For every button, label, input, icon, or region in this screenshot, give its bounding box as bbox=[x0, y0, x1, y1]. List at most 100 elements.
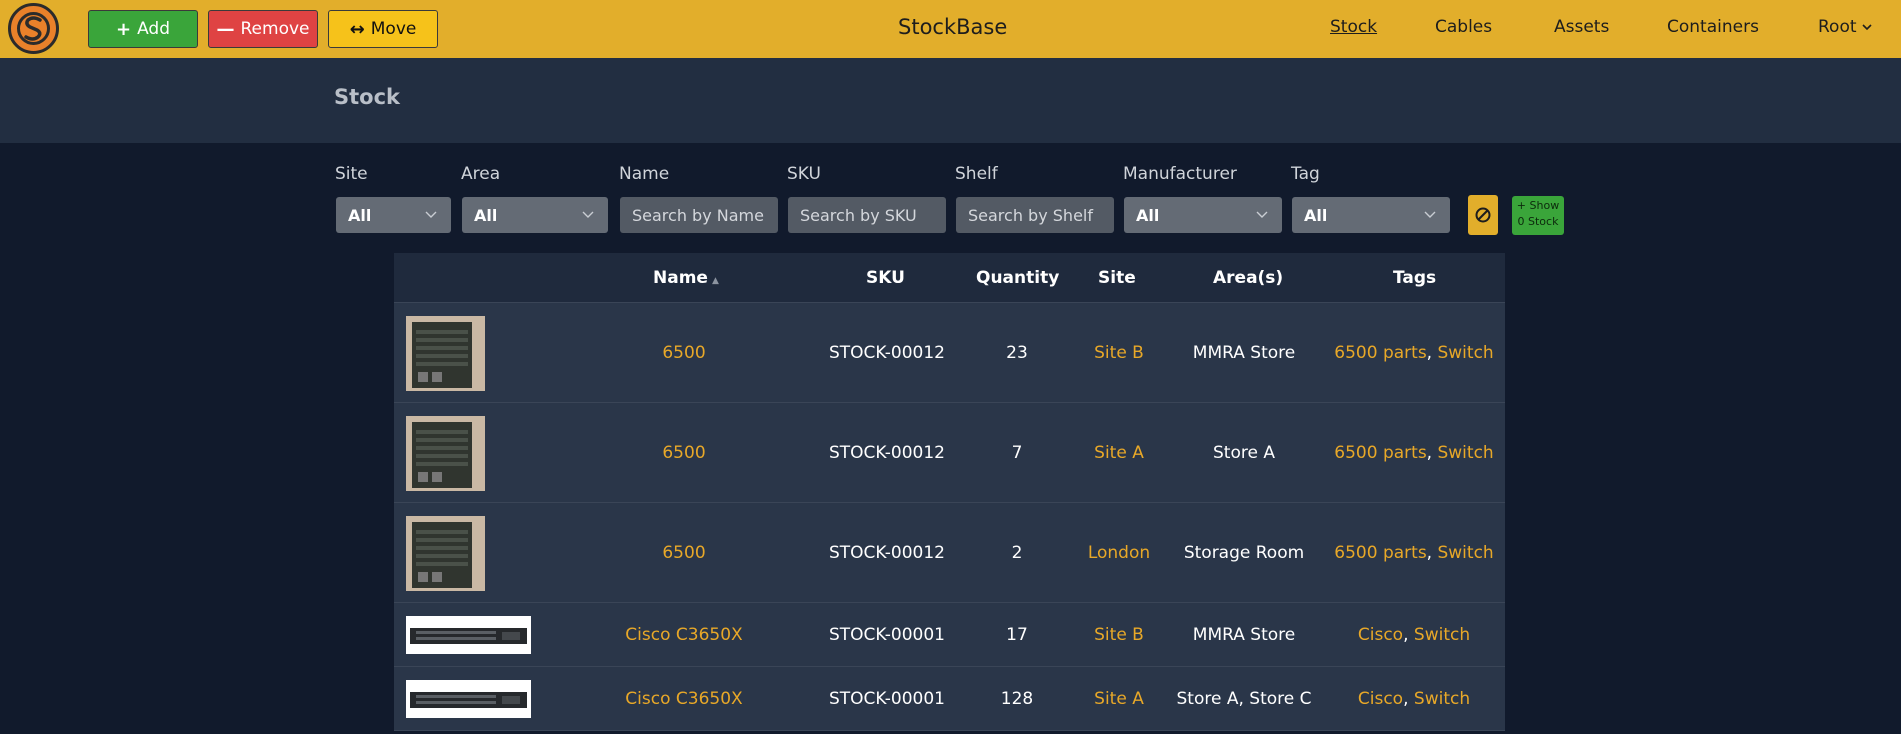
table-row[interactable]: Cisco C3650X STOCK-00001 17 Site B MMRA … bbox=[394, 603, 1505, 667]
column-header-site[interactable]: Site bbox=[1098, 268, 1136, 288]
tag-link[interactable]: Cisco bbox=[1358, 689, 1403, 709]
tag-filter-label: Tag bbox=[1291, 164, 1320, 184]
name-filter-label: Name bbox=[619, 164, 670, 184]
switch-photo-icon bbox=[406, 616, 531, 654]
table-row[interactable]: 6500 STOCK-00012 7 Site A Store A 6500 p… bbox=[394, 403, 1505, 503]
product-image[interactable] bbox=[406, 616, 531, 654]
stock-name-link[interactable]: Cisco C3650X bbox=[625, 625, 742, 645]
site-link[interactable]: Site B bbox=[1094, 343, 1144, 363]
tag-link[interactable]: Cisco bbox=[1358, 625, 1403, 645]
name-search-input[interactable] bbox=[620, 197, 778, 233]
chevron-down-icon bbox=[1861, 24, 1872, 31]
area-select[interactable]: All bbox=[462, 197, 608, 233]
tag-link[interactable]: 6500 parts bbox=[1334, 543, 1426, 563]
tag-separator: , bbox=[1403, 689, 1414, 709]
table-row[interactable]: Cisco C3650X STOCK-00001 128 Site A Stor… bbox=[394, 667, 1505, 731]
area-select-value: All bbox=[474, 205, 498, 225]
shelf-filter-label: Shelf bbox=[955, 164, 998, 184]
tag-separator: , bbox=[1426, 343, 1438, 363]
stock-sku: STOCK-00001 bbox=[828, 689, 946, 709]
plus-icon: + bbox=[115, 18, 132, 40]
move-button-label: Move bbox=[370, 19, 417, 39]
shelf-search-input[interactable] bbox=[956, 197, 1114, 233]
tag-link[interactable]: Switch bbox=[1437, 443, 1493, 463]
stock-tags: 6500 parts, Switch bbox=[1334, 543, 1493, 563]
stock-sku: STOCK-00001 bbox=[828, 625, 946, 645]
stock-name-link[interactable]: 6500 bbox=[662, 543, 705, 563]
column-header-sku[interactable]: SKU bbox=[866, 268, 905, 288]
tag-link[interactable]: 6500 parts bbox=[1334, 343, 1426, 363]
move-button[interactable]: ↔ Move bbox=[328, 10, 438, 48]
product-image[interactable] bbox=[406, 416, 485, 491]
column-header-quantity[interactable]: Quantity bbox=[976, 268, 1059, 288]
root-user-menu[interactable]: Root bbox=[1818, 17, 1873, 37]
manufacturer-filter-label: Manufacturer bbox=[1123, 164, 1237, 184]
tag-link[interactable]: Switch bbox=[1437, 343, 1493, 363]
column-header-tags[interactable]: Tags bbox=[1393, 268, 1436, 288]
stockbase-logo[interactable] bbox=[8, 3, 59, 54]
sort-ascending-icon: ▲ bbox=[711, 276, 719, 286]
remove-button-label: Remove bbox=[240, 19, 310, 39]
stock-tags: Cisco, Switch bbox=[1358, 689, 1470, 709]
nav-link-stock[interactable]: Stock bbox=[1330, 17, 1377, 37]
page-header: Stock bbox=[0, 58, 1901, 143]
column-header-name[interactable]: Name ▲ bbox=[653, 268, 719, 288]
stock-quantity: 2 bbox=[1011, 543, 1023, 563]
stock-sku: STOCK-00012 bbox=[828, 343, 946, 363]
add-button[interactable]: + Add bbox=[88, 10, 198, 48]
nav-link-assets[interactable]: Assets bbox=[1554, 17, 1609, 37]
table-row[interactable]: 6500 STOCK-00012 23 Site B MMRA Store 65… bbox=[394, 303, 1505, 403]
stock-quantity: 128 bbox=[1000, 689, 1034, 709]
chevron-down-icon bbox=[1256, 211, 1268, 218]
product-image[interactable] bbox=[406, 516, 485, 591]
page-title: Stock bbox=[334, 85, 401, 109]
stock-areas: Store A bbox=[1213, 443, 1275, 463]
chassis-photo-icon bbox=[406, 416, 485, 491]
chevron-down-icon bbox=[1424, 211, 1436, 218]
tag-select[interactable]: All bbox=[1292, 197, 1450, 233]
chevron-down-icon bbox=[425, 211, 437, 218]
column-header-areas[interactable]: Area(s) bbox=[1213, 268, 1283, 288]
switch-photo-icon bbox=[406, 680, 531, 718]
stock-tags: Cisco, Switch bbox=[1358, 625, 1470, 645]
show-zero-stock-button[interactable]: + Show 0 Stock bbox=[1512, 196, 1564, 235]
stock-tags: 6500 parts, Switch bbox=[1334, 443, 1493, 463]
root-menu-label: Root bbox=[1818, 17, 1857, 37]
sku-search-input[interactable] bbox=[788, 197, 946, 233]
stock-name-link[interactable]: Cisco C3650X bbox=[625, 689, 742, 709]
product-image[interactable] bbox=[406, 680, 531, 718]
nav-link-containers[interactable]: Containers bbox=[1667, 17, 1759, 37]
remove-button[interactable]: — Remove bbox=[208, 10, 318, 48]
stock-tags: 6500 parts, Switch bbox=[1334, 343, 1493, 363]
site-link[interactable]: Site A bbox=[1094, 689, 1144, 709]
nav-link-cables[interactable]: Cables bbox=[1435, 17, 1492, 37]
product-image[interactable] bbox=[406, 316, 485, 391]
site-select[interactable]: All bbox=[336, 197, 451, 233]
tag-link[interactable]: Switch bbox=[1414, 689, 1470, 709]
stock-areas: MMRA Store bbox=[1192, 625, 1296, 645]
tag-separator: , bbox=[1426, 443, 1438, 463]
show-zero-stock-line2: 0 Stock bbox=[1517, 215, 1559, 228]
manufacturer-select[interactable]: All bbox=[1124, 197, 1282, 233]
area-filter-label: Area bbox=[461, 164, 501, 184]
clear-filters-button[interactable] bbox=[1468, 195, 1498, 235]
sku-filter-label: SKU bbox=[787, 164, 821, 184]
manufacturer-select-value: All bbox=[1136, 205, 1160, 225]
stock-name-link[interactable]: 6500 bbox=[662, 343, 705, 363]
stock-areas: Store A, Store C bbox=[1176, 689, 1312, 709]
column-header-name-label: Name bbox=[653, 268, 708, 288]
table-row[interactable]: 6500 STOCK-00012 2 London Storage Room 6… bbox=[394, 503, 1505, 603]
tag-link[interactable]: 6500 parts bbox=[1334, 443, 1426, 463]
table-header: Name ▲ SKU Quantity Site Area(s) Tags bbox=[394, 253, 1505, 303]
stock-quantity: 7 bbox=[1011, 443, 1023, 463]
stock-table: Name ▲ SKU Quantity Site Area(s) Tags 650… bbox=[394, 253, 1505, 731]
tag-link[interactable]: Switch bbox=[1437, 543, 1493, 563]
site-link[interactable]: Site B bbox=[1094, 625, 1144, 645]
site-link[interactable]: London bbox=[1088, 543, 1150, 563]
site-filter-label: Site bbox=[335, 164, 368, 184]
tag-link[interactable]: Switch bbox=[1414, 625, 1470, 645]
tag-separator: , bbox=[1403, 625, 1414, 645]
show-zero-stock-line1: + Show bbox=[1516, 199, 1560, 212]
site-link[interactable]: Site A bbox=[1094, 443, 1144, 463]
stock-name-link[interactable]: 6500 bbox=[662, 443, 705, 463]
